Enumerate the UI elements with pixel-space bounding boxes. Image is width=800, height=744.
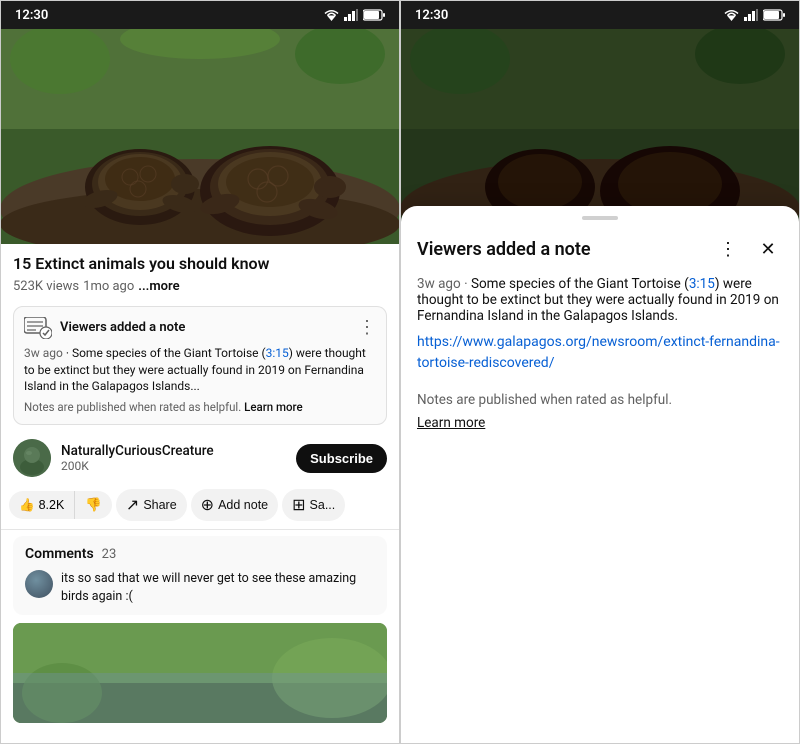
dislike-button[interactable]: 👎 xyxy=(74,491,112,519)
save-button[interactable]: ⊞ Sa... xyxy=(282,489,345,521)
sheet-title: Viewers added a note xyxy=(417,239,591,260)
channel-row: NaturallyCuriousCreature 200K Subscribe xyxy=(1,431,399,485)
video-thumbnail-left[interactable] xyxy=(1,29,399,244)
comments-section: Comments 23 its so sad that we will neve… xyxy=(13,536,387,615)
sheet-footer-text: Notes are published when rated as helpfu… xyxy=(417,392,783,408)
add-note-icon: ⊕ xyxy=(201,495,214,515)
note-body-text-left: · Some species of the Giant Tortoise (3:… xyxy=(24,346,366,394)
sheet-body: 3w ago · Some species of the Giant Torto… xyxy=(401,276,799,431)
signal-icon-right xyxy=(744,9,758,21)
sheet-footer: Notes are published when rated as helpfu… xyxy=(417,392,783,431)
comments-header: Comments 23 xyxy=(25,546,375,562)
add-note-button[interactable]: ⊕ Add note xyxy=(191,489,278,521)
note-more-button[interactable]: ⋮ xyxy=(358,317,376,338)
community-notes-icon xyxy=(24,317,52,339)
next-thumbnail-image xyxy=(13,623,387,723)
note-detail-sheet: Viewers added a note ⋮ ✕ 3w ago · Some s… xyxy=(401,206,799,743)
sheet-more-button[interactable]: ⋮ xyxy=(713,234,743,264)
time-left: 12:30 xyxy=(15,8,48,23)
time-ago: 1mo ago xyxy=(83,279,134,294)
avatar-image xyxy=(13,439,51,477)
next-video-thumbnail[interactable] xyxy=(13,623,387,723)
time-link-left[interactable]: 3:15 xyxy=(266,346,289,360)
left-phone: 12:30 xyxy=(0,0,400,744)
more-link[interactable]: ...more xyxy=(138,279,179,294)
video-title: 15 Extinct animals you should know xyxy=(13,254,387,275)
sheet-timestamp: 3w ago · Some species of the Giant Torto… xyxy=(417,276,783,324)
thumbs-up-icon: 👍 xyxy=(19,498,35,513)
like-button[interactable]: 👍 8.2K xyxy=(9,492,74,519)
channel-subs: 200K xyxy=(61,459,286,473)
thumbs-down-icon: 👎 xyxy=(85,497,102,513)
status-icons-left xyxy=(324,9,385,21)
share-label: Share xyxy=(143,498,176,512)
time-right: 12:30 xyxy=(415,8,448,23)
note-body-left: 3w ago · Some species of the Giant Torto… xyxy=(24,345,376,395)
right-phone: 12:30 xyxy=(400,0,800,744)
share-icon: ↗ xyxy=(126,495,139,515)
save-label: Sa... xyxy=(310,498,336,512)
video-meta: 523K views 1mo ago ...more xyxy=(13,279,387,294)
status-icons-right xyxy=(724,9,785,21)
sheet-close-button[interactable]: ✕ xyxy=(753,234,783,264)
share-button[interactable]: ↗ Share xyxy=(116,489,187,521)
add-note-label: Add note xyxy=(218,498,268,512)
note-learn-more-left[interactable]: Learn more xyxy=(244,400,303,414)
sheet-handle xyxy=(582,216,618,220)
channel-info: NaturallyCuriousCreature 200K xyxy=(61,443,286,473)
sheet-time-link[interactable]: 3:15 xyxy=(689,276,715,292)
note-footer-text: Notes are published when rated as helpfu… xyxy=(24,400,241,414)
wifi-icon-right xyxy=(724,9,739,21)
battery-icon xyxy=(363,9,385,21)
status-bar-left: 12:30 xyxy=(1,1,399,29)
save-icon: ⊞ xyxy=(292,495,305,515)
note-title-left: Viewers added a note xyxy=(60,320,185,335)
like-count: 8.2K xyxy=(39,498,65,512)
note-timestamp-left: 3w ago xyxy=(24,346,63,360)
note-card-left: Viewers added a note ⋮ 3w ago · Some spe… xyxy=(13,306,387,425)
sheet-time-ago: 3w ago xyxy=(417,276,461,292)
wifi-icon xyxy=(324,9,339,21)
subscribe-button[interactable]: Subscribe xyxy=(296,444,387,473)
sheet-header: Viewers added a note ⋮ ✕ xyxy=(401,234,799,276)
video-info: 15 Extinct animals you should know 523K … xyxy=(1,244,399,300)
comment-item: its so sad that we will never get to see… xyxy=(25,570,375,605)
note-header-left: Viewers added a note xyxy=(24,317,185,339)
note-header: Viewers added a note ⋮ xyxy=(24,317,376,339)
sheet-dot: · xyxy=(464,276,471,292)
comments-count: 23 xyxy=(102,547,117,562)
commenter-avatar xyxy=(25,570,53,598)
sheet-url[interactable]: https://www.galapagos.org/newsroom/extin… xyxy=(417,332,783,374)
sheet-body-text: Some species of the Giant Tortoise (3:15… xyxy=(417,276,779,324)
like-dislike-group: 👍 8.2K 👎 xyxy=(9,491,112,519)
comments-label: Comments xyxy=(25,546,94,562)
sheet-header-icons: ⋮ ✕ xyxy=(713,234,783,264)
action-row: 👍 8.2K 👎 ↗ Share ⊕ Add note ⊞ Sa... xyxy=(1,485,399,530)
comment-text: its so sad that we will never get to see… xyxy=(61,570,375,605)
battery-icon-right xyxy=(763,9,785,21)
channel-name[interactable]: NaturallyCuriousCreature xyxy=(61,443,286,459)
thumbnail-image xyxy=(1,29,399,244)
view-count: 523K views xyxy=(13,279,79,294)
note-icon xyxy=(24,317,52,339)
signal-icon xyxy=(344,9,358,21)
note-footer-left: Notes are published when rated as helpfu… xyxy=(24,400,376,414)
channel-avatar[interactable] xyxy=(13,439,51,477)
sheet-learn-more[interactable]: Learn more xyxy=(417,415,485,431)
status-bar-right: 12:30 xyxy=(401,1,799,29)
